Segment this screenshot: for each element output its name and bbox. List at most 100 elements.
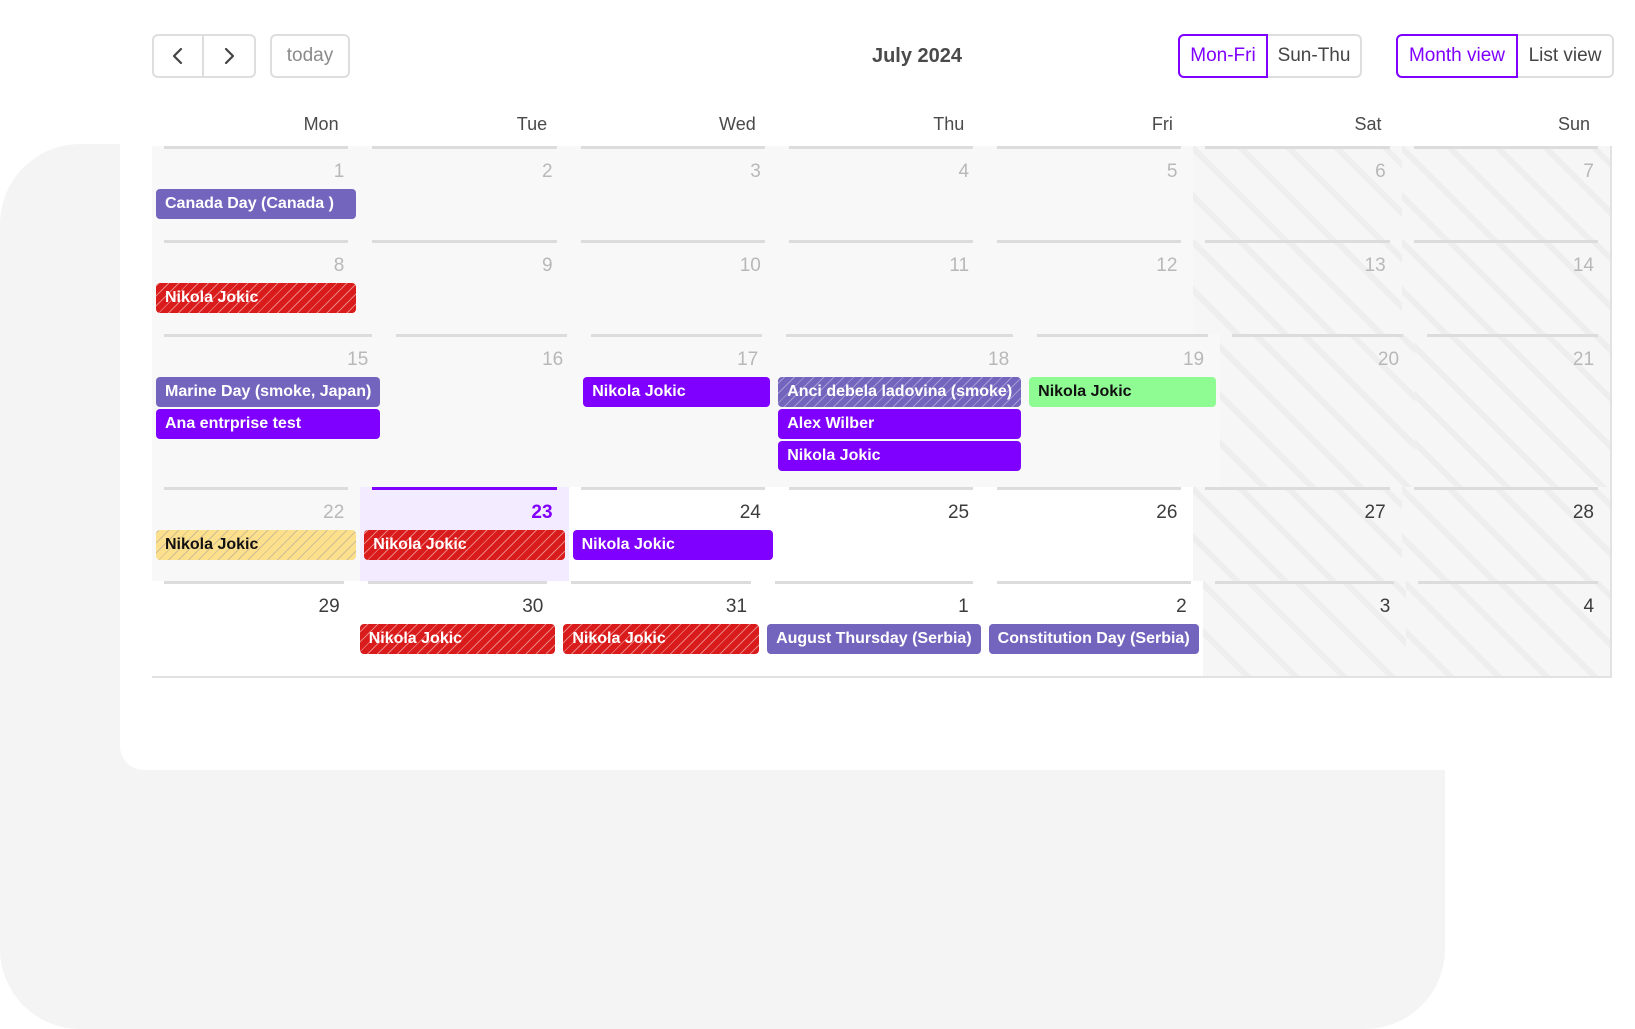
chevron-right-icon — [224, 47, 235, 65]
day-cell[interactable]: 3 — [1202, 581, 1407, 676]
day-number[interactable]: 7 — [1408, 149, 1604, 189]
calendar-event[interactable]: Nikola Jokic — [359, 624, 556, 654]
day-cell[interactable]: 15 Marine Day (smoke, Japan) Ana entrprise… — [152, 334, 385, 487]
day-cell[interactable]: 5 — [985, 146, 1194, 240]
day-number[interactable]: 26 — [991, 490, 1187, 530]
day-cell[interactable]: 28 — [1401, 487, 1610, 581]
calendar-title: July 2024 — [871, 44, 963, 67]
day-number[interactable]: 24 — [575, 490, 771, 530]
day-cell[interactable]: 13 — [1193, 240, 1402, 334]
week-range-toggle: Mon-Fri Sun-Thu — [1178, 34, 1362, 78]
day-number[interactable]: 1 — [158, 149, 354, 189]
day-number[interactable]: 15 — [158, 337, 378, 377]
day-cell[interactable]: 8 Nikola Jokic — [152, 240, 361, 334]
next-month-button[interactable] — [204, 34, 256, 78]
month-view-button[interactable]: Month view — [1396, 34, 1518, 78]
calendar-weeks: 1 Canada Day (Canada ) 2 3 4 5 6 7 8 Nikola Jokic… — [152, 146, 1612, 678]
calendar-event[interactable]: Nikola Jokic — [156, 283, 357, 313]
calendar-event[interactable]: Nikola Jokic — [364, 530, 565, 560]
calendar-event[interactable]: Nikola Jokic — [583, 377, 771, 407]
weekday-header-tue: Tue — [516, 114, 548, 134]
list-view-button[interactable]: List view — [1518, 34, 1614, 78]
day-cell[interactable]: 21 — [1415, 334, 1611, 487]
day-cell[interactable]: 2 — [360, 146, 569, 240]
day-cell[interactable]: 16 — [384, 334, 580, 487]
day-number[interactable]: 19 — [1031, 337, 1214, 377]
day-cell[interactable]: 12 — [985, 240, 1194, 334]
day-number[interactable]: 25 — [783, 490, 979, 530]
day-number[interactable]: 27 — [1199, 490, 1395, 530]
day-number[interactable]: 6 — [1199, 149, 1395, 189]
calendar-event[interactable]: Canada Day (Canada ) — [156, 189, 357, 219]
calendar-event[interactable]: August Thursday (Serbia) — [767, 624, 981, 654]
day-number[interactable]: 13 — [1199, 243, 1395, 283]
day-number[interactable]: 2 — [991, 584, 1197, 624]
day-cell[interactable]: 14 — [1401, 240, 1610, 334]
calendar-event[interactable]: Constitution Day (Serbia) — [988, 624, 1199, 654]
day-number[interactable]: 8 — [158, 243, 354, 283]
day-cell[interactable]: 9 — [360, 240, 569, 334]
day-number[interactable]: 10 — [575, 243, 771, 283]
day-cell[interactable]: 31 Nikola Jokic — [559, 581, 763, 676]
day-number[interactable]: 14 — [1408, 243, 1604, 283]
calendar-event[interactable]: Ana entrprise test — [156, 409, 381, 439]
day-number[interactable]: 28 — [1408, 490, 1604, 530]
calendar-event[interactable]: Nikola Jokic — [563, 624, 760, 654]
day-cell[interactable]: 4 — [1406, 581, 1611, 676]
calendar-event[interactable]: Marine Day (smoke, Japan) — [156, 377, 381, 407]
calendar-event[interactable]: Nikola Jokic — [1029, 377, 1217, 407]
day-number[interactable]: 1 — [769, 584, 979, 624]
day-cell[interactable]: 30 Nikola Jokic — [356, 581, 560, 676]
day-cell[interactable]: 26 — [985, 487, 1193, 581]
day-cell[interactable]: 27 — [1193, 487, 1402, 581]
sun-thu-button[interactable]: Sun-Thu — [1268, 34, 1362, 78]
day-cell[interactable]: 2 Constitution Day (Serbia) — [985, 581, 1203, 676]
day-cell[interactable]: 3 — [568, 146, 777, 240]
day-cell[interactable]: 1 Canada Day (Canada ) — [152, 146, 361, 240]
day-number[interactable]: 17 — [585, 337, 768, 377]
day-cell[interactable]: 25 — [777, 487, 985, 581]
day-cell[interactable]: 11 — [776, 240, 986, 334]
day-number[interactable]: 3 — [1209, 584, 1401, 624]
calendar-event[interactable]: Anci debela ladovina (smoke) — [778, 377, 1022, 407]
day-number[interactable]: 18 — [780, 337, 1019, 377]
day-cell[interactable]: 1 August Thursday (Serbia) — [763, 581, 985, 676]
day-cell[interactable]: 6 — [1193, 146, 1402, 240]
day-number[interactable]: 22 — [158, 490, 354, 530]
day-number[interactable]: 5 — [991, 149, 1187, 189]
day-number[interactable]: 23 — [366, 490, 562, 530]
day-number[interactable]: 3 — [575, 149, 771, 189]
day-number[interactable]: 2 — [366, 149, 562, 189]
day-number[interactable]: 30 — [362, 584, 554, 624]
day-cell[interactable]: 18 Anci debela ladovina (smoke) Alex Wilbe… — [774, 334, 1026, 487]
day-number[interactable]: 4 — [1412, 584, 1604, 624]
day-events: Nikola Jokic — [1029, 377, 1217, 407]
day-cell[interactable]: 24 Nikola Jokic — [569, 487, 777, 581]
day-cell[interactable]: 10 — [568, 240, 777, 334]
day-cell[interactable]: 4 — [776, 146, 986, 240]
day-cell[interactable]: 20 — [1220, 334, 1416, 487]
calendar-event[interactable]: Nikola Jokic — [778, 441, 1022, 471]
calendar-event[interactable]: Nikola Jokic — [572, 530, 773, 560]
day-cell[interactable]: 23 Nikola Jokic — [360, 487, 569, 581]
day-number[interactable]: 4 — [783, 149, 979, 189]
day-number[interactable]: 9 — [366, 243, 562, 283]
day-number[interactable]: 11 — [783, 243, 979, 283]
day-cell[interactable]: 19 Nikola Jokic — [1025, 334, 1221, 487]
calendar-event[interactable]: Alex Wilber — [778, 409, 1022, 439]
day-number[interactable]: 21 — [1421, 337, 1604, 377]
day-cell[interactable]: 29 — [152, 581, 356, 676]
calendar-event[interactable]: Nikola Jokic — [156, 530, 357, 560]
day-cell[interactable]: 22 Nikola Jokic — [152, 487, 361, 581]
day-number[interactable]: 12 — [991, 243, 1187, 283]
mon-fri-button[interactable]: Mon-Fri — [1178, 34, 1268, 78]
day-number[interactable]: 29 — [158, 584, 350, 624]
today-button[interactable]: today — [270, 34, 350, 78]
day-number[interactable]: 31 — [565, 584, 757, 624]
day-cell[interactable]: 17 Nikola Jokic — [579, 334, 775, 487]
chevron-left-icon — [172, 47, 183, 65]
previous-month-button[interactable] — [152, 34, 204, 78]
day-number[interactable]: 20 — [1226, 337, 1409, 377]
day-cell[interactable]: 7 — [1401, 146, 1610, 240]
day-number[interactable]: 16 — [390, 337, 573, 377]
